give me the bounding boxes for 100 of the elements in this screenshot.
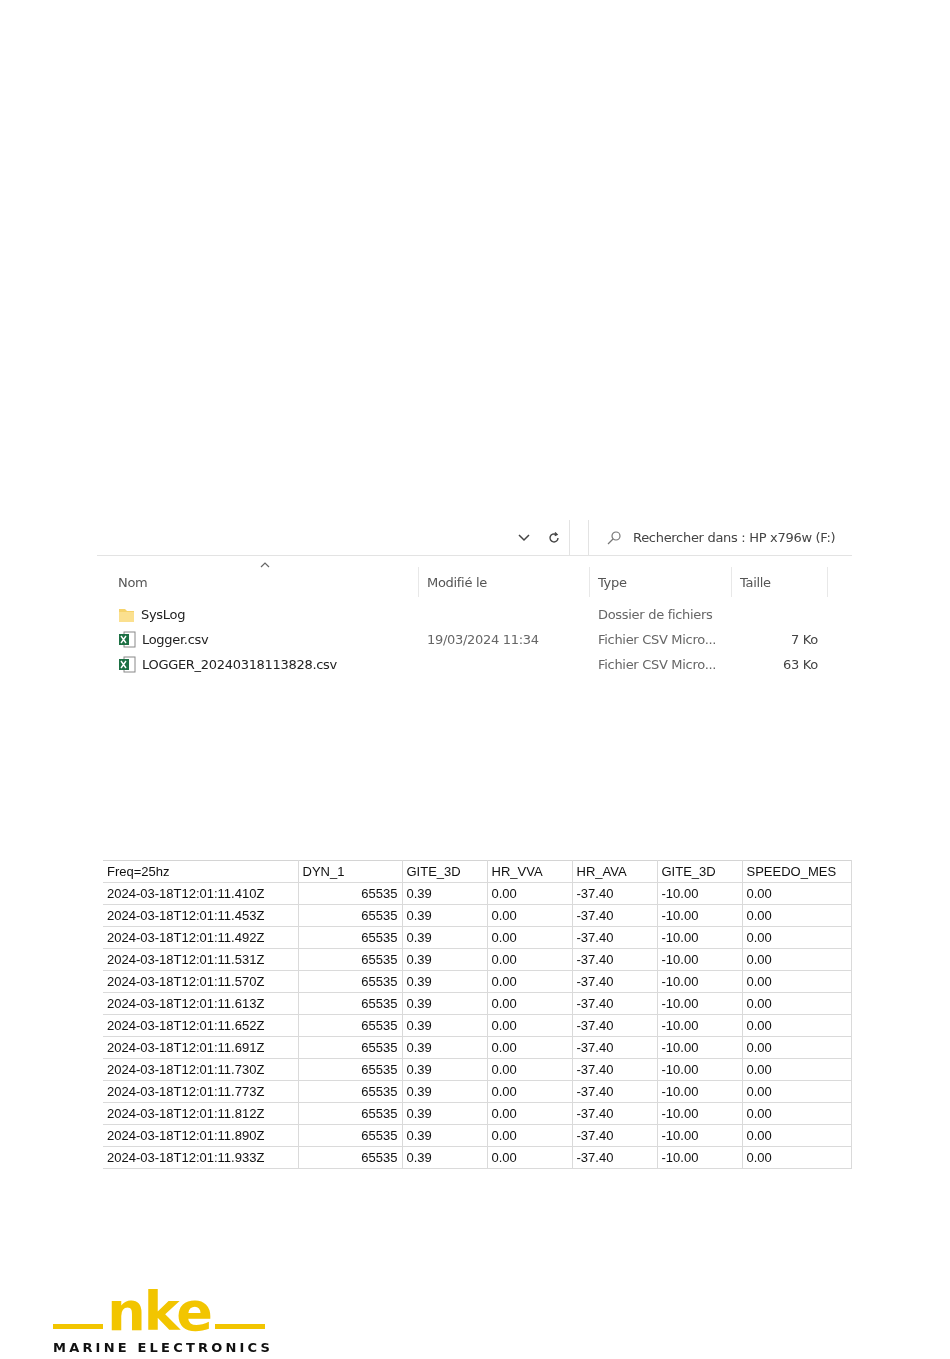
table-cell: -37.40 [572, 926, 657, 949]
table-cell: 0.39 [402, 970, 487, 993]
table-cell: 65535 [298, 882, 402, 905]
table-cell: 0.00 [742, 1058, 851, 1081]
table-cell: -37.40 [572, 1124, 657, 1147]
table-cell: 2024-03-18T12:01:11.890Z [103, 1124, 298, 1147]
table-cell: 0.00 [487, 1146, 572, 1169]
table-cell: 0.00 [742, 1124, 851, 1147]
table-cell: 2024-03-18T12:01:11.570Z [103, 970, 298, 993]
table-cell: GITE_3D [657, 860, 742, 883]
table-cell: 65535 [298, 1146, 402, 1169]
file-name[interactable]: LOGGER_20240318113828.csv [142, 657, 337, 672]
table-cell: -10.00 [657, 1124, 742, 1147]
table-cell: 65535 [298, 948, 402, 971]
table-cell: 0.00 [742, 992, 851, 1015]
table-cell: -10.00 [657, 948, 742, 971]
table-cell: SPEEDO_MES [742, 860, 851, 883]
table-cell: 65535 [298, 1124, 402, 1147]
table-cell: -37.40 [572, 904, 657, 927]
table-cell: 0.39 [402, 904, 487, 927]
table-cell: -10.00 [657, 904, 742, 927]
table-cell: 0.00 [742, 970, 851, 993]
table-cell: 65535 [298, 1102, 402, 1125]
column-header[interactable]: Modifié le [419, 567, 590, 597]
column-header[interactable]: Taille [732, 567, 828, 597]
table-cell: 0.39 [402, 1014, 487, 1037]
table-cell: 0.39 [402, 948, 487, 971]
spreadsheet-file-icon [118, 656, 136, 673]
table-cell: -37.40 [572, 1036, 657, 1059]
table-cell: 0.00 [742, 948, 851, 971]
table-cell: 0.39 [402, 926, 487, 949]
table-cell: 65535 [298, 926, 402, 949]
table-cell: 65535 [298, 1036, 402, 1059]
table-cell: 2024-03-18T12:01:11.531Z [103, 948, 298, 971]
table-cell: 2024-03-18T12:01:11.652Z [103, 1014, 298, 1037]
column-header[interactable]: Nom [97, 567, 419, 597]
table-cell: 0.00 [742, 1080, 851, 1103]
table-cell: -37.40 [572, 1102, 657, 1125]
file-type: Fichier CSV Micro... [597, 632, 717, 647]
table-cell: 0.00 [742, 882, 851, 905]
table-cell: 0.00 [487, 1036, 572, 1059]
table-cell: 0.00 [487, 1080, 572, 1103]
table-cell: -37.40 [572, 992, 657, 1015]
table-cell: -10.00 [657, 1080, 742, 1103]
search-field[interactable]: Rechercher dans : HP x796w (F:) [588, 520, 852, 555]
table-cell: 65535 [298, 1014, 402, 1037]
table-cell: HR_VVA [487, 860, 572, 883]
table-cell: 2024-03-18T12:01:11.410Z [103, 882, 298, 905]
table-cell: 0.00 [487, 904, 572, 927]
table-cell: 2024-03-18T12:01:11.933Z [103, 1146, 298, 1169]
table-cell: HR_AVA [572, 860, 657, 883]
table-cell: -10.00 [657, 1146, 742, 1169]
table-cell: 0.00 [742, 1102, 851, 1125]
table-cell: 65535 [298, 1080, 402, 1103]
table-cell: -37.40 [572, 970, 657, 993]
table-cell: 2024-03-18T12:01:11.730Z [103, 1058, 298, 1081]
refresh-icon[interactable] [547, 530, 561, 545]
table-cell: 0.39 [402, 1036, 487, 1059]
table-cell: 65535 [298, 1058, 402, 1081]
table-cell: 2024-03-18T12:01:11.613Z [103, 992, 298, 1015]
table-cell: -10.00 [657, 1102, 742, 1125]
table-cell: 0.00 [742, 904, 851, 927]
table-cell: 65535 [298, 970, 402, 993]
file-date: 19/03/2024 11:34 [426, 632, 539, 647]
table-cell: -10.00 [657, 882, 742, 905]
table-cell: 2024-03-18T12:01:11.812Z [103, 1102, 298, 1125]
table-cell: 0.00 [487, 926, 572, 949]
table-cell: DYN_1 [298, 860, 402, 883]
table-cell: 0.00 [487, 992, 572, 1015]
file-type: Fichier CSV Micro... [597, 657, 717, 672]
table-cell: 2024-03-18T12:01:11.773Z [103, 1080, 298, 1103]
table-cell: -10.00 [657, 926, 742, 949]
table-cell: 0.39 [402, 1146, 487, 1169]
table-cell: 0.39 [402, 1080, 487, 1103]
table-cell: -37.40 [572, 1146, 657, 1169]
table-cell: 0.39 [402, 1124, 487, 1147]
folder-icon [118, 606, 135, 623]
table-cell: 0.00 [487, 948, 572, 971]
table-cell: Freq=25hz [103, 860, 298, 883]
chevron-down-icon[interactable] [518, 533, 530, 542]
table-cell: 65535 [298, 992, 402, 1015]
column-header[interactable]: Type [590, 567, 732, 597]
table-cell: -10.00 [657, 992, 742, 1015]
table-cell: -37.40 [572, 1014, 657, 1037]
file-size: 7 Ko [790, 632, 818, 647]
file-name[interactable]: SysLog [141, 607, 186, 622]
table-cell: -37.40 [572, 1080, 657, 1103]
table-cell: 65535 [298, 904, 402, 927]
file-size: 63 Ko [783, 657, 818, 672]
table-cell: 2024-03-18T12:01:11.453Z [103, 904, 298, 927]
table-cell: 0.00 [742, 1036, 851, 1059]
table-cell: -37.40 [572, 948, 657, 971]
table-cell: 0.00 [742, 926, 851, 949]
table-cell: 0.00 [487, 882, 572, 905]
sort-caret-icon [260, 562, 270, 568]
table-cell: 0.39 [402, 992, 487, 1015]
file-type: Dossier de fichiers [597, 607, 713, 622]
table-cell: 2024-03-18T12:01:11.492Z [103, 926, 298, 949]
file-name[interactable]: Logger.csv [142, 632, 209, 647]
table-cell: 0.00 [742, 1014, 851, 1037]
